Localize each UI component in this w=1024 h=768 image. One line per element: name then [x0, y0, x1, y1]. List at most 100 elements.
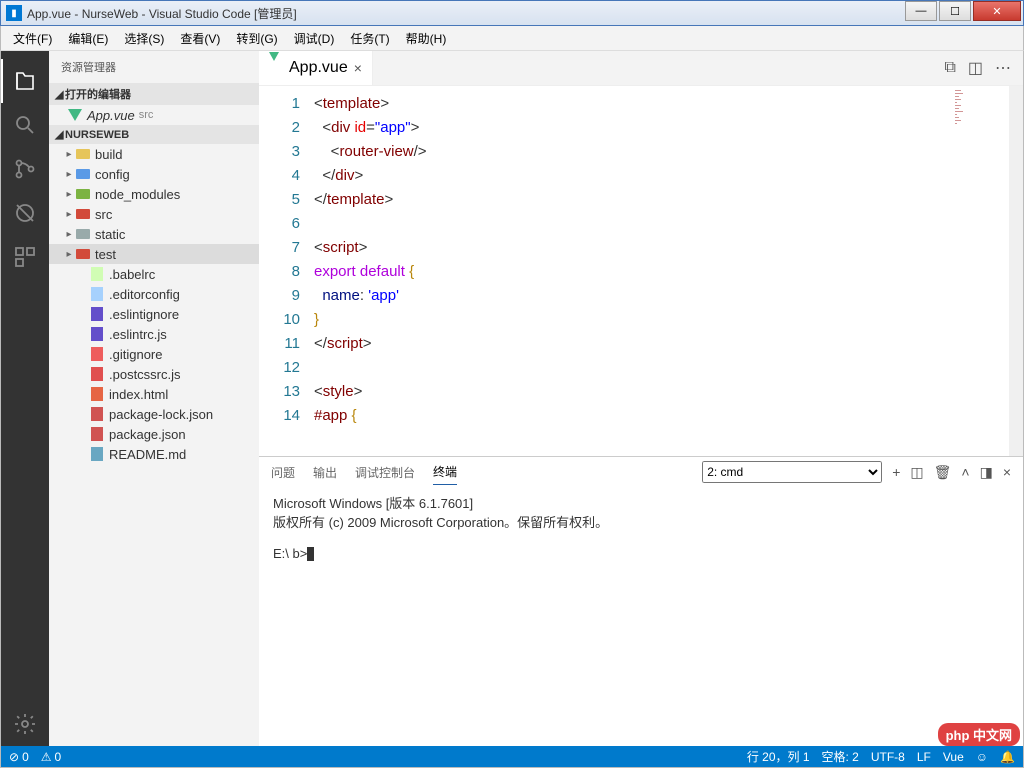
file-icon [89, 326, 105, 342]
folder-icon [75, 186, 91, 202]
code-line: <div id="app"> [314, 116, 427, 140]
file-icon [89, 346, 105, 362]
split-editor-icon[interactable]: ◫ [968, 58, 983, 78]
menu-item[interactable]: 调试(D) [286, 27, 343, 50]
tree-item-label: build [95, 147, 122, 162]
file-item[interactable]: .gitignore [49, 344, 259, 364]
panel-up-icon[interactable]: ˄ [961, 464, 969, 480]
file-item[interactable]: package.json [49, 424, 259, 444]
menu-item[interactable]: 转到(G) [228, 27, 285, 50]
folder-item[interactable]: ▸build [49, 144, 259, 164]
panel-close-icon[interactable]: × [1003, 464, 1011, 480]
terminal-prompt: E:\ b> [273, 546, 1009, 561]
panel-actions: 2: cmd + ◫ 🗑 ˄ ◨ × [702, 461, 1011, 483]
open-editors-header[interactable]: ◢打开的编辑器 [49, 83, 259, 105]
tree-item-label: package.json [109, 427, 186, 442]
folder-item[interactable]: ▸static [49, 224, 259, 244]
settings-gear-icon[interactable] [1, 702, 49, 746]
watermark: php 中文网 [938, 723, 1020, 746]
window-titlebar: ▮ App.vue - NurseWeb - Visual Studio Cod… [0, 0, 1024, 26]
code-line: <script> [314, 236, 427, 260]
code-line: </script> [314, 332, 427, 356]
close-button[interactable]: ✕ [973, 1, 1021, 21]
folder-icon [75, 226, 91, 242]
chevron-icon: ▸ [63, 169, 75, 180]
maximize-button[interactable]: ☐ [939, 1, 971, 21]
minimap[interactable]: ▬▬▬▬▬▬▬▬▬▬▬▬▬▬▬▬▬▬▬▬▬▬▬▬▬▬▬▬▬ [955, 90, 1009, 190]
code-line [314, 212, 427, 236]
kill-terminal-icon[interactable]: 🗑 [934, 464, 952, 481]
folder-icon [75, 166, 91, 182]
menu-item[interactable]: 任务(T) [342, 27, 397, 50]
tab-label: App.vue [289, 59, 348, 77]
source-control-icon[interactable] [1, 147, 49, 191]
menubar: 文件(F)编辑(E)选择(S)查看(V)转到(G)调试(D)任务(T)帮助(H) [0, 26, 1024, 51]
panel-maximize-icon[interactable]: ◨ [980, 464, 993, 481]
debug-icon[interactable] [1, 191, 49, 235]
tree-item-label: index.html [109, 387, 168, 402]
compare-icon[interactable]: ⧉ [944, 59, 955, 77]
code-line: #app { [314, 404, 427, 428]
project-header[interactable]: ◢NURSEWEB [49, 125, 259, 144]
tab-close-icon[interactable]: × [354, 60, 362, 76]
menu-item[interactable]: 选择(S) [116, 27, 172, 50]
file-icon [89, 446, 105, 462]
vertical-scrollbar[interactable] [1009, 86, 1023, 456]
folder-item[interactable]: ▸test [49, 244, 259, 264]
extensions-icon[interactable] [1, 235, 49, 279]
folder-item[interactable]: ▸node_modules [49, 184, 259, 204]
new-terminal-icon[interactable]: + [892, 464, 900, 480]
file-item[interactable]: .editorconfig [49, 284, 259, 304]
open-editor-item[interactable]: App.vue src [49, 105, 259, 125]
explorer-sidebar: 资源管理器 ◢打开的编辑器 App.vue src ◢NURSEWEB ▸bui… [49, 51, 259, 746]
status-feedback-icon[interactable]: ☺ [976, 750, 988, 764]
menu-item[interactable]: 编辑(E) [60, 27, 116, 50]
code-line [314, 356, 427, 380]
more-icon[interactable]: ⋯ [995, 58, 1011, 78]
minimize-button[interactable]: — [905, 1, 937, 21]
search-icon[interactable] [1, 103, 49, 147]
tree-item-label: node_modules [95, 187, 180, 202]
code-editor[interactable]: 1234567891011121314 <template> <div id="… [259, 86, 1023, 456]
code-line: export default { [314, 260, 427, 284]
file-item[interactable]: .eslintignore [49, 304, 259, 324]
panel-tab[interactable]: 输出 [313, 460, 337, 485]
folder-item[interactable]: ▸config [49, 164, 259, 184]
status-language[interactable]: Vue [943, 750, 964, 764]
file-item[interactable]: .eslintrc.js [49, 324, 259, 344]
folder-icon [75, 206, 91, 222]
code-line: </template> [314, 188, 427, 212]
status-indent[interactable]: 空格: 2 [822, 748, 859, 765]
terminal-selector[interactable]: 2: cmd [702, 461, 882, 483]
file-item[interactable]: .postcssrc.js [49, 364, 259, 384]
file-item[interactable]: README.md [49, 444, 259, 464]
status-encoding[interactable]: UTF-8 [871, 750, 905, 764]
file-item[interactable]: package-lock.json [49, 404, 259, 424]
status-warnings[interactable]: ⚠0 [41, 750, 61, 764]
file-icon [89, 266, 105, 282]
tree-item-label: .eslintrc.js [109, 327, 167, 342]
explorer-icon[interactable] [1, 59, 49, 103]
panel-tab[interactable]: 调试控制台 [355, 460, 415, 485]
status-eol[interactable]: LF [917, 750, 931, 764]
panel-tab[interactable]: 问题 [271, 460, 295, 485]
menu-item[interactable]: 文件(F) [5, 27, 60, 50]
tree-item-label: .eslintignore [109, 307, 179, 322]
status-errors[interactable]: ⊘0 [9, 750, 29, 764]
file-item[interactable]: .babelrc [49, 264, 259, 284]
tab-app-vue[interactable]: App.vue × [259, 51, 373, 85]
status-bell-icon[interactable]: 🔔 [1000, 750, 1015, 764]
menu-item[interactable]: 帮助(H) [398, 27, 455, 50]
menu-item[interactable]: 查看(V) [172, 27, 228, 50]
folder-item[interactable]: ▸src [49, 204, 259, 224]
panel-tab[interactable]: 终端 [433, 459, 457, 485]
code-line: <router-view/> [314, 140, 427, 164]
file-item[interactable]: index.html [49, 384, 259, 404]
panel-tabs: 问题输出调试控制台终端 2: cmd + ◫ 🗑 ˄ ◨ × [259, 457, 1023, 487]
warning-icon: ⚠ [41, 750, 52, 764]
status-cursor[interactable]: 行 20，列 1 [747, 748, 810, 765]
tree-item-label: .postcssrc.js [109, 367, 181, 382]
line-gutter: 1234567891011121314 [259, 86, 314, 456]
split-terminal-icon[interactable]: ◫ [910, 464, 923, 481]
terminal[interactable]: Microsoft Windows [版本 6.1.7601] 版权所有 (c)… [259, 487, 1023, 746]
